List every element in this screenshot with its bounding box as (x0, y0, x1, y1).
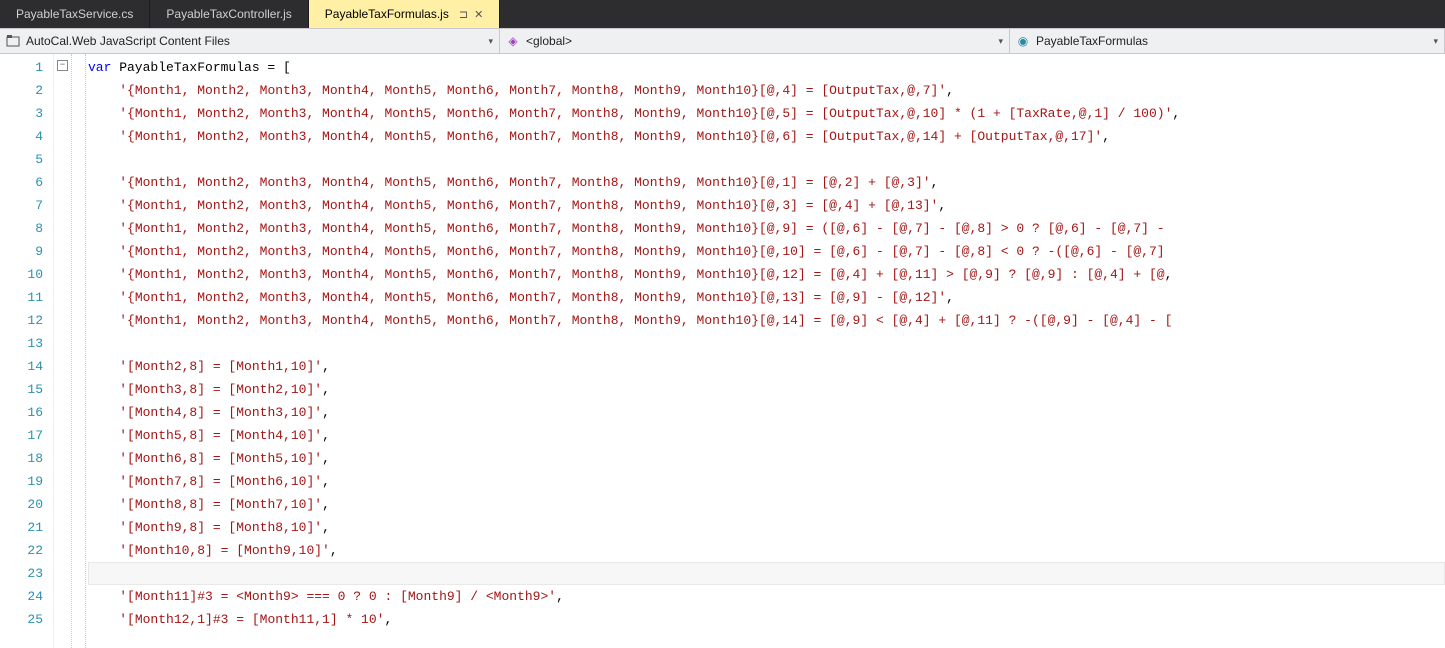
tab-label: PayableTaxService.cs (16, 7, 133, 21)
field-icon: ◉ (1016, 34, 1030, 48)
code-line: '[Month10,8] = [Month9,10]', (88, 539, 1445, 562)
code-line (88, 148, 1445, 171)
line-number: 8 (0, 217, 43, 240)
line-number-gutter: 1234567891011121314151617181920212223242… (0, 54, 54, 648)
code-line: '[Month2,8] = [Month1,10]', (88, 355, 1445, 378)
member-label: <global> (526, 34, 572, 48)
code-line: '{Month1, Month2, Month3, Month4, Month5… (88, 309, 1445, 332)
line-number: 23 (0, 562, 43, 585)
scope-label: AutoCal.Web JavaScript Content Files (26, 34, 230, 48)
chevron-down-icon: ▾ (488, 36, 493, 47)
code-line: var PayableTaxFormulas = [ (88, 56, 1445, 79)
code-line: '{Month1, Month2, Month3, Month4, Month5… (88, 171, 1445, 194)
line-number: 22 (0, 539, 43, 562)
pin-icon[interactable]: ⊐ (459, 8, 468, 21)
chevron-down-icon: ▾ (998, 36, 1003, 47)
line-number: 5 (0, 148, 43, 171)
tab-bar: PayableTaxService.cs PayableTaxControlle… (0, 0, 1445, 28)
code-line: '[Month8,8] = [Month7,10]', (88, 493, 1445, 516)
chevron-down-icon: ▾ (1433, 36, 1438, 47)
member-dropdown-1[interactable]: ◈ <global> ▾ (500, 29, 1010, 53)
code-line: '{Month1, Month2, Month3, Month4, Month5… (88, 263, 1445, 286)
code-line: '{Month1, Month2, Month3, Month4, Month5… (88, 79, 1445, 102)
line-number: 7 (0, 194, 43, 217)
namespace-icon: ◈ (506, 34, 520, 48)
code-line: '{Month1, Month2, Month3, Month4, Month5… (88, 125, 1445, 148)
line-number: 20 (0, 493, 43, 516)
code-line: '[Month12,1]#3 = [Month11,1] * 10', (88, 608, 1445, 631)
line-number: 6 (0, 171, 43, 194)
line-number: 12 (0, 309, 43, 332)
line-number: 9 (0, 240, 43, 263)
code-editor[interactable]: 1234567891011121314151617181920212223242… (0, 54, 1445, 648)
tab-label: PayableTaxFormulas.js (325, 7, 449, 21)
line-number: 11 (0, 286, 43, 309)
line-number: 3 (0, 102, 43, 125)
tab-payabletaxservice[interactable]: PayableTaxService.cs (0, 0, 150, 28)
project-icon (6, 34, 20, 48)
close-icon[interactable]: ✕ (474, 8, 483, 21)
member-dropdown-2[interactable]: ◉ PayableTaxFormulas ▾ (1010, 29, 1445, 53)
line-number: 17 (0, 424, 43, 447)
line-number: 21 (0, 516, 43, 539)
line-number: 24 (0, 585, 43, 608)
code-line: '{Month1, Month2, Month3, Month4, Month5… (88, 286, 1445, 309)
code-line: '[Month11]#3 = <Month9> === 0 ? 0 : [Mon… (88, 585, 1445, 608)
line-number: 10 (0, 263, 43, 286)
code-line: '{Month1, Month2, Month3, Month4, Month5… (88, 102, 1445, 125)
line-number: 16 (0, 401, 43, 424)
code-line: '[Month3,8] = [Month2,10]', (88, 378, 1445, 401)
code-line: '[Month6,8] = [Month5,10]', (88, 447, 1445, 470)
member-label: PayableTaxFormulas (1036, 34, 1148, 48)
line-number: 15 (0, 378, 43, 401)
indent-guide (72, 54, 86, 648)
fold-toggle[interactable]: − (57, 60, 68, 71)
navigation-bar: AutoCal.Web JavaScript Content Files ▾ ◈… (0, 28, 1445, 54)
line-number: 18 (0, 447, 43, 470)
tab-payabletaxformulas[interactable]: PayableTaxFormulas.js ⊐ ✕ (309, 0, 501, 28)
line-number: 4 (0, 125, 43, 148)
code-line: '{Month1, Month2, Month3, Month4, Month5… (88, 217, 1445, 240)
code-line: '{Month1, Month2, Month3, Month4, Month5… (88, 194, 1445, 217)
tab-payabletaxcontroller[interactable]: PayableTaxController.js (150, 0, 308, 28)
scope-dropdown[interactable]: AutoCal.Web JavaScript Content Files ▾ (0, 29, 500, 53)
line-number: 14 (0, 355, 43, 378)
code-line: '{Month1, Month2, Month3, Month4, Month5… (88, 240, 1445, 263)
code-line (88, 562, 1445, 585)
code-line: '[Month4,8] = [Month3,10]', (88, 401, 1445, 424)
line-number: 2 (0, 79, 43, 102)
code-line: '[Month7,8] = [Month6,10]', (88, 470, 1445, 493)
line-number: 25 (0, 608, 43, 631)
code-area[interactable]: var PayableTaxFormulas = [ '{Month1, Mon… (86, 54, 1445, 648)
tab-label: PayableTaxController.js (166, 7, 291, 21)
code-line: '[Month9,8] = [Month8,10]', (88, 516, 1445, 539)
code-line (88, 332, 1445, 355)
code-line: '[Month5,8] = [Month4,10]', (88, 424, 1445, 447)
outline-column: − (54, 54, 72, 648)
line-number: 1 (0, 56, 43, 79)
line-number: 19 (0, 470, 43, 493)
line-number: 13 (0, 332, 43, 355)
